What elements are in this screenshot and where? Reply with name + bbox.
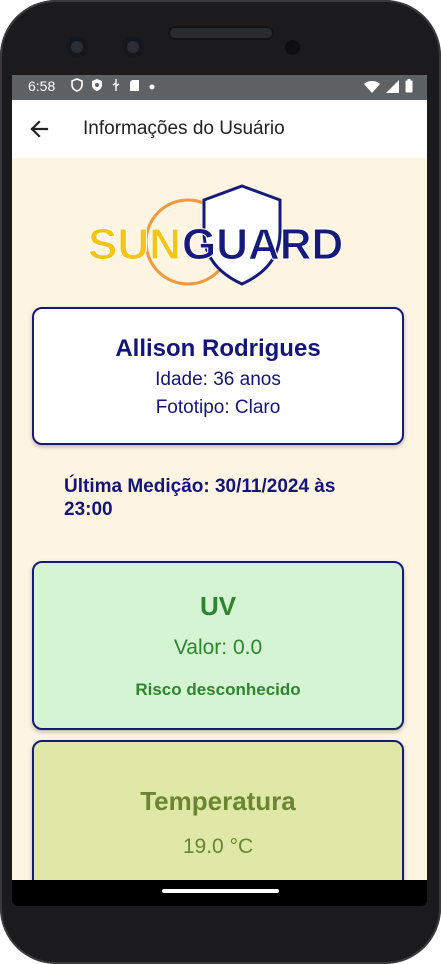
wifi-icon — [364, 80, 380, 97]
proximity-sensor — [285, 40, 300, 55]
user-name: Allison Rodrigues — [115, 335, 321, 362]
last-measurement-text: Última Medição: 30/11/2024 às 23:00 — [64, 476, 336, 520]
navigation-bar — [12, 880, 427, 906]
svg-text:SUN: SUN — [88, 220, 181, 269]
sunguard-logo: SUN GUARD — [88, 184, 344, 286]
earpiece-speaker — [168, 26, 274, 40]
back-button[interactable] — [26, 116, 52, 142]
dot-icon — [148, 79, 156, 95]
arrow-back-icon — [30, 120, 49, 138]
front-camera-icon — [122, 36, 144, 58]
device-screen: 6:58 Informações do Usuário SUN GUARD Al… — [12, 75, 427, 880]
front-camera-icon — [66, 36, 88, 58]
uv-card[interactable]: UV Valor: 0.0 Risco desconhecido — [32, 561, 404, 730]
uv-risk: Risco desconhecido — [135, 680, 301, 699]
temperature-card[interactable]: Temperatura 19.0 °C — [32, 740, 404, 880]
status-time: 6:58 — [28, 78, 56, 94]
svg-text:GUARD: GUARD — [182, 220, 343, 269]
user-age: Idade: 36 anos — [155, 369, 281, 390]
user-info-card: Allison Rodrigues Idade: 36 anos Fototip… — [32, 307, 404, 445]
uv-value: Valor: 0.0 — [173, 636, 263, 659]
app-title: Informações do Usuário — [83, 118, 285, 139]
shield-outline-icon — [71, 78, 83, 96]
phone-bezel-top — [0, 0, 441, 75]
temperature-value: 19.0 °C — [182, 835, 254, 858]
shield-filled-icon — [91, 78, 103, 96]
status-icons-right — [364, 79, 413, 97]
app-bar: Informações do Usuário — [12, 100, 427, 158]
user-phototype: Fototipo: Claro — [155, 397, 281, 418]
usb-icon — [111, 78, 121, 96]
signal-icon — [386, 79, 399, 97]
sd-card-icon — [129, 79, 140, 96]
status-icons-left — [71, 78, 156, 96]
uv-title: UV — [199, 591, 237, 621]
temperature-title: Temperatura — [140, 786, 296, 816]
status-bar: 6:58 — [12, 75, 427, 100]
home-gesture-handle[interactable] — [162, 889, 279, 893]
content-scroll-area[interactable]: SUN GUARD Allison Rodrigues Idade: 36 an… — [12, 158, 427, 880]
battery-icon — [405, 79, 413, 97]
